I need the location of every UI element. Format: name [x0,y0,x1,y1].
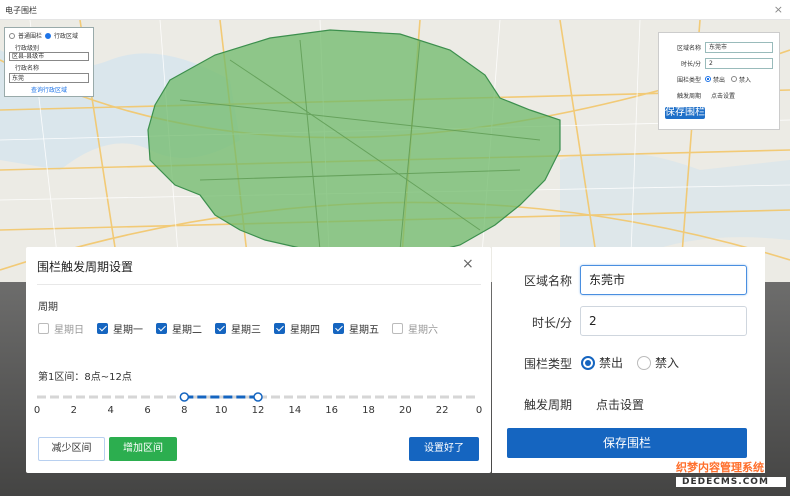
remove-interval-button[interactable]: 减少区间 [38,437,105,461]
slider-tick-label: 2 [70,405,78,416]
weekday-monday-checkbox[interactable] [97,323,108,334]
fence-type-label: 围栏类型 [523,357,572,371]
weekday-thursday-checkbox[interactable] [274,323,285,334]
period-dialog: 围栏触发周期设置 × 周期 星期日 星期一 星期二 星期三 星期四 星期五 星期… [26,247,491,473]
mini-type-out-label: 禁出 [713,76,726,84]
mini-type-out-radio[interactable] [705,76,711,82]
weekday-monday-label: 星期一 [113,325,143,336]
dialog-divider [37,284,481,285]
weekday-tuesday-label: 星期二 [172,325,202,336]
mini-period-link[interactable]: 点击设置 [705,91,735,100]
slider-tick-label: 18 [362,405,375,416]
mini-type-in-label: 禁入 [739,76,752,84]
mini-duration-input[interactable]: 2 [705,57,773,69]
weekday-sunday-checkbox[interactable] [38,323,49,334]
trigger-period-link[interactable]: 点击设置 [596,396,644,413]
duration-input[interactable]: 2 [580,306,747,336]
fence-type-in[interactable]: 禁入 [637,354,679,371]
weekday-wednesday[interactable]: 星期三 [215,321,261,336]
weekday-tuesday-checkbox[interactable] [156,323,167,334]
fence-form: 区域名称 东莞市 时长/分 2 围栏类型 禁出 禁入 触发周期 点击设置 保存围… [492,247,765,473]
admin-name-input[interactable]: 东莞 [9,73,89,83]
slider-start-handle[interactable] [179,392,190,402]
region-name-input[interactable]: 东莞市 [580,265,747,295]
app-window: 电子围栏 × 普通围栏 行政区域 行政级别 区县-县级市 行政名称 东莞 查询行… [0,0,790,496]
weekday-friday-checkbox[interactable] [333,323,344,334]
weekday-wednesday-label: 星期三 [231,325,261,336]
dialog-close-icon[interactable]: × [462,256,474,272]
weekday-friday-label: 星期五 [349,325,379,336]
mode-normal-radio[interactable] [9,32,15,39]
fence-type-out-radio[interactable] [581,355,595,370]
fence-type-out[interactable]: 禁出 [581,354,623,371]
slider-tick-label: 22 [435,405,449,416]
weekday-sunday-label: 星期日 [54,325,84,336]
watermark-line2: DEDECMS.COM [676,477,786,487]
slider-tick-label: 0 [475,405,483,416]
fence-type-in-radio[interactable] [637,355,651,370]
slider-tick-label: 20 [398,405,412,416]
mode-admin-radio[interactable] [45,32,52,39]
admin-region-panel: 普通围栏 行政区域 行政级别 区县-县级市 行政名称 东莞 查询行政区域 [4,27,94,97]
slider-tick-label: 16 [325,405,339,416]
trigger-period-label: 触发周期 [523,398,572,412]
mode-admin-label: 行政区域 [54,33,79,40]
slider-tick-label: 4 [107,405,114,416]
mini-type-label: 围栏类型 [676,76,701,84]
fence-type-out-label: 禁出 [599,356,624,370]
admin-level-label: 行政级别 [15,45,40,52]
slider-tick-label: 6 [144,405,151,416]
window-title: 电子围栏 [5,6,37,15]
weekday-sunday[interactable]: 星期日 [38,321,84,336]
weekday-tuesday[interactable]: 星期二 [156,321,202,336]
mini-type-in-radio[interactable] [731,76,738,82]
period-label: 周期 [38,302,58,313]
query-region-link[interactable]: 查询行政区域 [9,85,89,94]
confirm-button[interactable]: 设置好了 [409,437,479,461]
weekday-saturday[interactable]: 星期六 [392,321,438,336]
mini-region-label: 区域名称 [676,44,701,52]
window-close-icon[interactable]: × [774,3,783,16]
mode-normal-label: 普通围栏 [18,33,43,40]
slider-tick-label: 0 [33,405,41,416]
title-bar: 电子围栏 × [0,0,790,20]
slider-tick-label: 12 [251,405,265,416]
duration-label: 时长/分 [531,316,572,330]
weekday-thursday[interactable]: 星期四 [274,321,320,336]
slider-tick-label: 14 [288,405,302,416]
mini-period-label: 触发周期 [676,92,701,100]
weekday-group: 星期日 星期一 星期二 星期三 星期四 星期五 星期六 [38,321,451,336]
weekday-thursday-label: 星期四 [290,325,320,336]
save-fence-button[interactable]: 保存围栏 [507,428,747,458]
admin-name-label: 行政名称 [15,65,40,72]
watermark: 织梦内容管理系统 DEDECMS.COM [676,459,786,491]
slider-tick-labels: 0 2 4 6 8 10 12 14 16 18 20 22 0 [26,405,491,419]
dialog-title: 围栏触发周期设置 [37,260,134,274]
fence-type-in-label: 禁入 [655,356,680,370]
slider-tick-label: 8 [181,405,188,416]
mini-duration-label: 时长/分 [680,60,701,68]
admin-level-select[interactable]: 区县-县级市 [9,52,89,61]
slider-tick-label: 10 [214,405,228,416]
add-interval-button[interactable]: 增加区间 [109,437,177,461]
weekday-friday[interactable]: 星期五 [333,321,379,336]
interval-text: 第1区间：8点~12点 [38,372,132,383]
mini-save-button[interactable]: 保存围栏 [665,107,705,119]
watermark-line1: 织梦内容管理系统 [676,461,764,474]
weekday-wednesday-checkbox[interactable] [215,323,226,334]
weekday-saturday-label: 星期六 [408,325,438,336]
mini-region-input[interactable]: 东莞市 [705,41,773,53]
time-range-slider[interactable] [26,387,491,407]
fence-mini-form: 区域名称 东莞市 时长/分 2 围栏类型 禁出 禁入 触发周期 点击设置 保存围… [658,32,780,130]
region-name-label: 区域名称 [523,274,572,288]
weekday-saturday-checkbox[interactable] [392,323,403,334]
weekday-monday[interactable]: 星期一 [97,321,143,336]
slider-end-handle[interactable] [253,392,263,402]
